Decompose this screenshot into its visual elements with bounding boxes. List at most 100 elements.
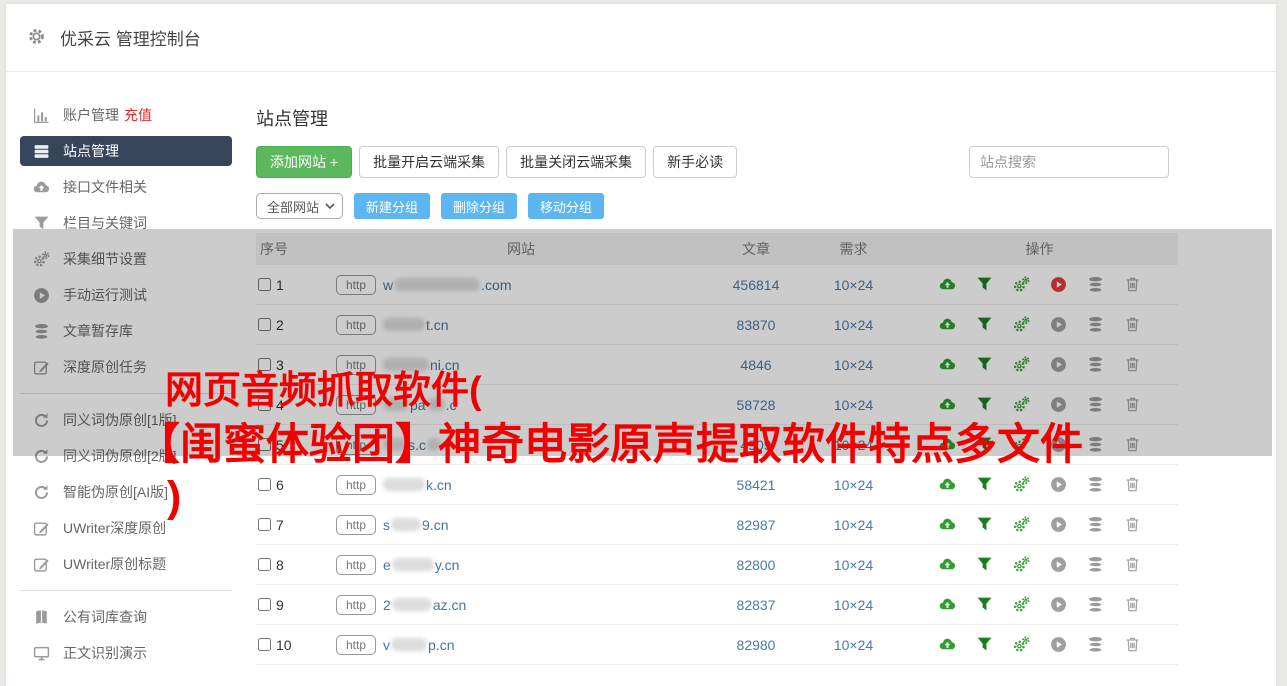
gears-icon[interactable] — [1013, 436, 1030, 453]
play-icon[interactable] — [1050, 476, 1067, 493]
row-checkbox[interactable] — [258, 358, 271, 371]
group-select[interactable]: 全部网站 — [256, 193, 343, 219]
sidebar-item-cloud-upload[interactable]: 接口文件相关 — [20, 169, 232, 205]
sidebar-item-gears[interactable]: 采集细节设置 — [20, 241, 232, 277]
guide-button[interactable]: 新手必读 — [653, 146, 738, 178]
move-group-button[interactable]: 移动分组 — [528, 193, 605, 219]
sidebar-item-account[interactable]: 账户管理 充值 — [20, 97, 232, 133]
cloud-upload-icon[interactable] — [939, 436, 956, 453]
filter-icon[interactable] — [976, 596, 993, 613]
play-icon[interactable] — [1050, 316, 1067, 333]
row-checkbox[interactable] — [258, 318, 271, 331]
play-icon[interactable] — [1050, 556, 1067, 573]
trash-icon[interactable] — [1124, 396, 1141, 413]
trash-icon[interactable] — [1124, 516, 1141, 533]
sidebar-item-filter[interactable]: 栏目与关键词 — [20, 205, 232, 241]
site-search-input[interactable] — [969, 146, 1169, 178]
cloud-upload-icon[interactable] — [939, 516, 956, 533]
delete-group-button[interactable]: 删除分组 — [441, 193, 518, 219]
sidebar-item-server[interactable]: 站点管理 — [20, 136, 232, 166]
database-icon[interactable] — [1087, 356, 1104, 373]
filter-icon[interactable] — [976, 316, 993, 333]
cloud-upload-icon[interactable] — [939, 476, 956, 493]
trash-icon[interactable] — [1124, 356, 1141, 373]
gears-icon[interactable] — [1013, 596, 1030, 613]
filter-icon[interactable] — [976, 356, 993, 373]
cloud-upload-icon[interactable] — [939, 276, 956, 293]
row-checkbox[interactable] — [258, 638, 271, 651]
row-checkbox[interactable] — [258, 558, 271, 571]
row-checkbox[interactable] — [258, 278, 271, 291]
sidebar-item-refresh[interactable]: 同义词伪原创[2版] — [20, 438, 232, 474]
database-icon[interactable] — [1087, 516, 1104, 533]
sidebar-item-edit[interactable]: 深度原创任务 — [20, 349, 232, 385]
table-row: 5 http s.c 4909 10×24 — [256, 425, 1178, 465]
gears-icon[interactable] — [1013, 356, 1030, 373]
trash-icon[interactable] — [1124, 436, 1141, 453]
row-checkbox[interactable] — [258, 598, 271, 611]
add-site-button[interactable]: 添加网站 + — [256, 146, 353, 178]
cloud-upload-icon[interactable] — [939, 356, 956, 373]
trash-icon[interactable] — [1124, 596, 1141, 613]
gears-icon[interactable] — [1013, 516, 1030, 533]
database-icon[interactable] — [1087, 276, 1104, 293]
batch-close-button[interactable]: 批量关闭云端采集 — [506, 146, 647, 178]
trash-icon[interactable] — [1124, 316, 1141, 333]
cloud-upload-icon[interactable] — [939, 596, 956, 613]
gears-icon[interactable] — [1013, 276, 1030, 293]
cloud-upload-icon[interactable] — [939, 316, 956, 333]
cloud-upload-icon[interactable] — [939, 396, 956, 413]
cloud-upload-icon[interactable] — [939, 636, 956, 653]
database-icon[interactable] — [1087, 316, 1104, 333]
database-icon[interactable] — [1087, 556, 1104, 573]
table-row: 6 http k.cn 58421 10×24 — [256, 465, 1178, 505]
site-domain: 2 az.cn — [383, 596, 467, 613]
trash-icon[interactable] — [1124, 476, 1141, 493]
play-icon[interactable] — [1050, 436, 1067, 453]
trash-icon[interactable] — [1124, 556, 1141, 573]
row-checkbox[interactable] — [258, 478, 271, 491]
play-icon[interactable] — [1050, 276, 1067, 293]
filter-icon[interactable] — [976, 396, 993, 413]
play-icon[interactable] — [1050, 396, 1067, 413]
col-header-article: 文章 — [742, 241, 770, 257]
gears-icon[interactable] — [1013, 396, 1030, 413]
filter-icon[interactable] — [976, 556, 993, 573]
sidebar-item-refresh[interactable]: 同义词伪原创[1版] — [20, 402, 232, 438]
database-icon[interactable] — [1087, 636, 1104, 653]
row-checkbox[interactable] — [258, 398, 271, 411]
recharge-link[interactable]: 充值 — [124, 107, 152, 123]
sidebar-item-edit[interactable]: UWriter原创标题 — [20, 546, 232, 582]
database-icon[interactable] — [1087, 476, 1104, 493]
gears-icon[interactable] — [1013, 316, 1030, 333]
gears-icon[interactable] — [1013, 556, 1030, 573]
filter-icon[interactable] — [976, 636, 993, 653]
gears-icon[interactable] — [1013, 636, 1030, 653]
new-group-button[interactable]: 新建分组 — [354, 193, 431, 219]
play-icon[interactable] — [1050, 636, 1067, 653]
filter-icon[interactable] — [976, 436, 993, 453]
sidebar-item-play[interactable]: 手动运行测试 — [20, 277, 232, 313]
row-checkbox[interactable] — [258, 438, 271, 451]
row-checkbox[interactable] — [258, 518, 271, 531]
sidebar-item-edit[interactable]: UWriter深度原创 — [20, 510, 232, 546]
play-icon[interactable] — [1050, 356, 1067, 373]
database-icon[interactable] — [1087, 596, 1104, 613]
sidebar-item-book[interactable]: 公有词库查询 — [20, 599, 232, 635]
trash-icon[interactable] — [1124, 636, 1141, 653]
trash-icon[interactable] — [1124, 276, 1141, 293]
sidebar-item-monitor[interactable]: 正文识别演示 — [20, 635, 232, 671]
gears-icon[interactable] — [1013, 476, 1030, 493]
filter-icon[interactable] — [976, 516, 993, 533]
database-icon[interactable] — [1087, 436, 1104, 453]
site-domain: t.cn — [383, 317, 449, 333]
batch-open-button[interactable]: 批量开启云端采集 — [359, 146, 500, 178]
sidebar-item-refresh[interactable]: 智能伪原创[AI版] — [20, 474, 232, 510]
database-icon[interactable] — [1087, 396, 1104, 413]
cloud-upload-icon[interactable] — [939, 556, 956, 573]
play-icon[interactable] — [1050, 516, 1067, 533]
play-icon[interactable] — [1050, 596, 1067, 613]
filter-icon[interactable] — [976, 476, 993, 493]
filter-icon[interactable] — [976, 276, 993, 293]
sidebar-item-database[interactable]: 文章暂存库 — [20, 313, 232, 349]
